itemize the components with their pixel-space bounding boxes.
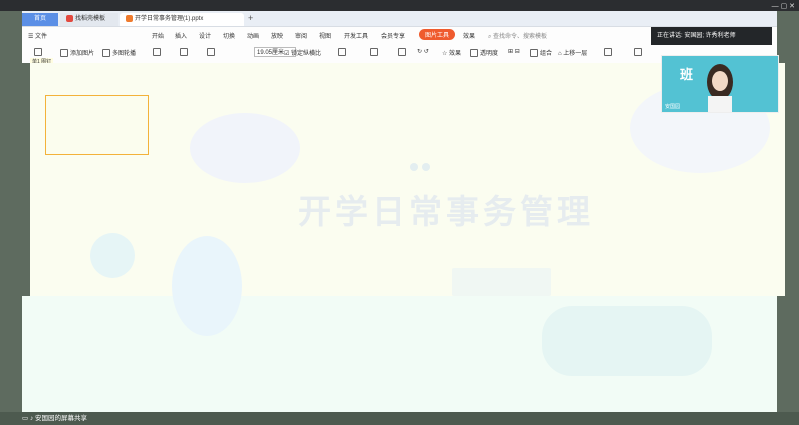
color-glyph-icon — [398, 48, 406, 56]
decor-blob — [190, 113, 300, 183]
menu-item[interactable]: 设计 — [199, 31, 211, 40]
decor-blob — [542, 306, 712, 376]
add-tab-icon[interactable]: + — [248, 13, 253, 23]
move-up-button[interactable]: ⌂ 上移一层 — [558, 48, 587, 57]
slide-button-shape — [452, 268, 551, 296]
slide-thumbnail[interactable] — [45, 95, 149, 155]
lock-ratio-label: 锁定纵横比 — [291, 51, 322, 57]
rotate-glyph-icon — [207, 48, 215, 56]
docer-icon — [66, 14, 73, 22]
picture-tools-tab[interactable]: 图片工具 — [419, 29, 456, 40]
carousel-icon — [102, 49, 110, 58]
select-pane-icon[interactable] — [604, 48, 614, 56]
screen-share-text: 安国园的屏幕共享 — [35, 415, 88, 422]
transparency-icon — [470, 49, 478, 58]
group-icon — [530, 49, 538, 58]
group-label: 组合 — [540, 51, 553, 57]
menu-file-label: 文件 — [35, 34, 48, 40]
video-window[interactable]: 班 安国园 — [661, 55, 779, 113]
menu-item[interactable]: 会员专享 — [381, 31, 405, 40]
image-glyph-icon — [370, 48, 378, 56]
lock-ratio-checkbox[interactable]: ☑ 锁定纵横比 — [284, 48, 321, 57]
menu-item[interactable]: 插入 — [175, 31, 187, 40]
decor-blob — [90, 233, 135, 278]
menu-item[interactable]: 审阅 — [295, 31, 307, 40]
crop-glyph-icon — [153, 48, 161, 56]
menu-item[interactable]: 开发工具 — [344, 31, 368, 40]
resize-icon[interactable] — [180, 48, 190, 56]
participant-name: 安国园 — [665, 104, 681, 110]
move-up-label: 上移一层 — [563, 51, 588, 57]
tab-document-label: 开学日常事务管理(1).pptx — [135, 16, 204, 22]
top-window-strip: — ▢ ✕ — [0, 0, 799, 11]
mic-icon: ♪ — [29, 415, 34, 422]
effects-tab[interactable]: 效果 — [463, 31, 475, 40]
search-box[interactable]: ⌕ 查找命令、搜索模板 — [488, 31, 547, 41]
tab-templates[interactable]: 找稻壳模板 — [60, 13, 118, 26]
menu-item[interactable]: 切换 — [223, 31, 235, 40]
speaking-indicator: 正在讲话: 安国园; 许秀利老师 — [651, 27, 772, 45]
search-icon: ⌕ — [488, 34, 492, 40]
select-glyph-icon — [604, 48, 612, 56]
add-picture-label: 添加图片 — [70, 51, 95, 57]
search-placeholder: 查找命令、搜索模板 — [493, 34, 548, 40]
shape-glyph-icon — [34, 48, 42, 56]
image-icon[interactable] — [370, 48, 380, 56]
transparency-button[interactable]: 透明度 — [470, 48, 499, 58]
tab-bar: 首页 找稻壳模板 开学日常事务管理(1).pptx + — [22, 11, 777, 27]
color-icon[interactable] — [398, 48, 408, 56]
monitor-icon: ▭ — [22, 415, 29, 422]
frame-glyph-icon — [338, 48, 346, 56]
menu-file[interactable]: ☰ 文件 — [28, 31, 47, 40]
bottom-bar — [0, 412, 799, 425]
tab-templates-label: 找稻壳模板 — [75, 16, 106, 22]
decor-dot — [410, 163, 418, 171]
left-background-strip — [0, 63, 30, 303]
picture-frame-icon[interactable] — [338, 48, 348, 56]
menu-item[interactable]: 放映 — [271, 31, 283, 40]
check-glyph-icon — [634, 48, 642, 56]
align-icon[interactable]: ⊞ ⊟ — [508, 48, 520, 55]
add-picture-button[interactable]: 添加图片 — [60, 48, 95, 58]
transparency-label: 透明度 — [480, 51, 499, 57]
crop-icon[interactable] — [153, 48, 163, 56]
menu-item[interactable]: 视图 — [319, 31, 331, 40]
window-controls[interactable]: — ▢ ✕ — [772, 2, 795, 10]
effect-button[interactable]: ☆ 效果 — [442, 48, 461, 57]
multi-outline-button[interactable]: 多图轮播 — [102, 48, 137, 58]
decor-dot — [422, 163, 430, 171]
multi-outline-label: 多图轮播 — [112, 51, 137, 57]
participant-avatar — [707, 64, 733, 112]
check-icon[interactable] — [634, 48, 644, 56]
ppt-icon — [126, 14, 133, 22]
screen-share-label: ▭ ♪ 安国园的屏幕共享 — [22, 413, 87, 424]
decor-blob — [172, 236, 242, 336]
slide-canvas-lower — [22, 236, 777, 412]
group-button[interactable]: 组合 — [530, 48, 553, 58]
menu-item[interactable]: 开始 — [152, 31, 164, 40]
refresh-icon[interactable]: ↻ ↺ — [417, 48, 429, 55]
resize-glyph-icon — [180, 48, 188, 56]
effect-label: 效果 — [449, 51, 462, 57]
slide-title: 开学日常事务管理 — [298, 193, 594, 230]
shape-icon[interactable] — [34, 48, 44, 56]
menu-item[interactable]: 动画 — [247, 31, 259, 40]
picture-icon — [60, 49, 68, 58]
tab-home[interactable]: 首页 — [22, 13, 58, 26]
video-background-text: 班 — [680, 67, 697, 82]
rotate-icon[interactable] — [207, 48, 217, 56]
tab-document[interactable]: 开学日常事务管理(1).pptx — [120, 13, 244, 26]
